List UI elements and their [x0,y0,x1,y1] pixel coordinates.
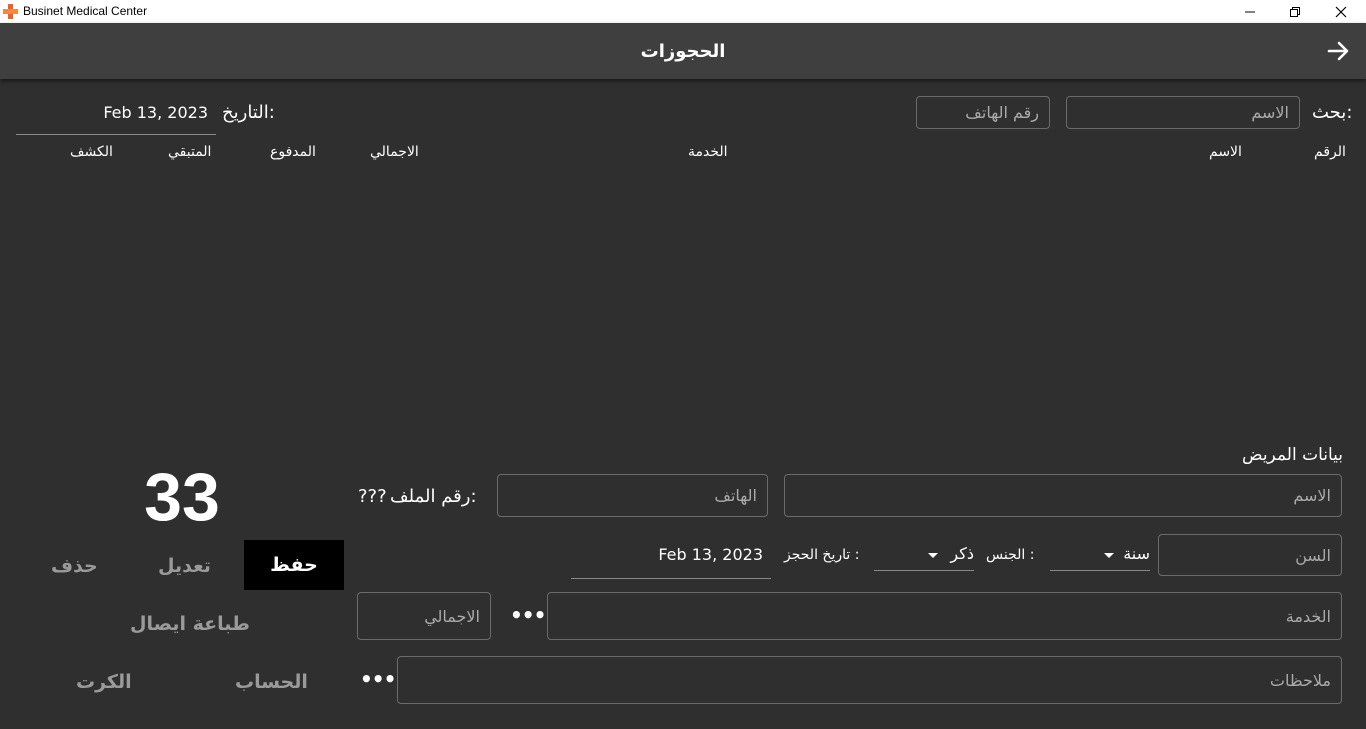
col-paid[interactable]: المدفوع [270,144,316,160]
minimize-button[interactable] [1227,0,1273,23]
total-input[interactable]: الاجمالي [357,592,491,640]
save-button[interactable]: حفظ [244,540,344,590]
minimize-icon [1245,11,1255,12]
notes-placeholder: ملاحظات [1269,670,1331,690]
notes-more-icon[interactable]: ••• [360,667,396,691]
chevron-down-icon [1104,553,1114,558]
col-total[interactable]: الاجمالي [370,144,419,160]
page-title: الحجوزات [640,41,726,62]
back-arrow-icon[interactable] [1324,37,1352,65]
booking-counter: 33 [144,459,220,535]
booking-date-label: تاريخ الحجز : [784,547,860,563]
service-input[interactable]: الخدمة [547,592,1342,640]
file-number-value: ??? [358,486,387,507]
col-remaining[interactable]: المتبقي [168,144,211,160]
booking-date-picker[interactable]: Feb 13, 2023 [571,538,771,579]
patient-age-placeholder: السن [1295,545,1331,565]
app-header: الحجوزات [0,23,1366,79]
service-placeholder: الخدمة [1285,606,1331,626]
close-icon [1335,6,1347,17]
gender-label: الجنس : [986,547,1035,563]
patient-name-input[interactable]: الاسم [784,474,1342,517]
date-filter-picker[interactable]: Feb 13, 2023 [16,98,216,135]
patient-section-title: بيانات المريض [1242,445,1344,465]
chevron-down-icon [928,553,938,558]
total-placeholder: الاجمالي [424,606,480,626]
search-name-placeholder: الاسم [1251,103,1289,122]
restore-icon [1290,6,1300,17]
col-name[interactable]: الاسم [1209,144,1242,160]
restore-button[interactable] [1272,0,1318,23]
edit-button[interactable]: تعديل [158,555,211,577]
gender-dropdown[interactable]: ذكر [874,538,974,571]
search-phone-placeholder: رقم الهاتف [965,103,1039,122]
search-label: بحث: [1312,102,1353,123]
card-button[interactable]: الكرت [76,671,132,693]
service-more-icon[interactable]: ••• [510,603,546,627]
app-logo-icon [3,4,18,19]
file-number-label: رقم الملف: [390,486,477,507]
booking-date-value: Feb 13, 2023 [658,545,763,564]
notes-input[interactable]: ملاحظات [397,656,1342,704]
col-service[interactable]: الخدمة [688,144,728,160]
patient-name-placeholder: الاسم [1293,486,1331,505]
gender-value: ذكر [950,544,974,563]
search-phone-input[interactable]: رقم الهاتف [916,96,1050,129]
date-filter-value: Feb 13, 2023 [103,103,208,122]
search-name-input[interactable]: الاسم [1066,96,1300,129]
window-title: Businet Medical Center [23,4,148,18]
patient-phone-input[interactable]: الهاتف [497,474,768,517]
date-filter-label: التاريخ: [222,102,275,123]
col-examination[interactable]: الكشف [70,144,113,160]
col-number[interactable]: الرقم [1314,144,1346,160]
delete-button[interactable]: حذف [51,555,98,577]
account-button[interactable]: الحساب [235,671,308,693]
close-window-button[interactable] [1318,0,1364,23]
age-unit-dropdown[interactable]: سنة [1050,538,1150,571]
bookings-table-body[interactable] [16,168,1350,438]
age-unit-value: سنة [1123,544,1150,563]
window-titlebar: Businet Medical Center [0,0,1366,23]
patient-age-input[interactable]: السن [1158,534,1342,576]
print-receipt-button[interactable]: طباعة ايصال [130,613,250,635]
patient-phone-placeholder: الهاتف [714,486,757,505]
